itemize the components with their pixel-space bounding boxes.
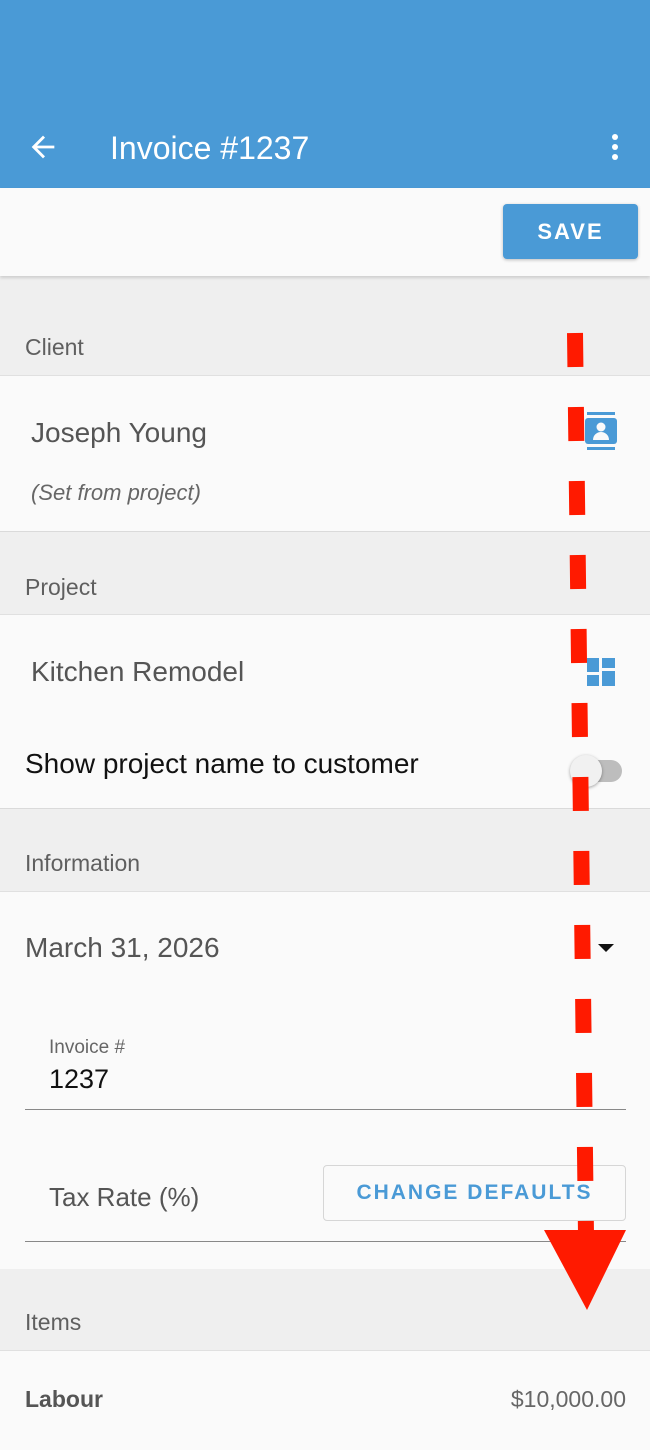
- client-name: Joseph Young: [31, 417, 207, 448]
- client-note: (Set from project): [31, 480, 201, 505]
- date-selector[interactable]: March 31, 2026: [25, 932, 220, 964]
- section-header-project: Project: [25, 574, 97, 600]
- client-card[interactable]: Joseph Young (Set from project): [0, 375, 650, 532]
- more-vert-icon[interactable]: [602, 132, 628, 162]
- dropdown-arrow-icon[interactable]: [598, 944, 614, 952]
- contact-card-icon[interactable]: [584, 412, 618, 450]
- section-header-information: Information: [25, 850, 141, 876]
- tax-rate-underline: [25, 1241, 626, 1242]
- save-button[interactable]: SAVE: [503, 204, 638, 259]
- item-name: Labour: [25, 1386, 103, 1412]
- switch-thumb[interactable]: [570, 755, 602, 787]
- dashboard-icon[interactable]: [587, 658, 615, 686]
- section-header-items: Items: [25, 1309, 82, 1335]
- page-title: Invoice #1237: [110, 130, 310, 166]
- item-row[interactable]: Labour $10,000.00: [0, 1350, 650, 1450]
- show-project-name-label: Show project name to customer: [25, 748, 419, 779]
- item-amount: $10,000.00: [510, 1386, 626, 1412]
- tax-rate-field[interactable]: Tax Rate (%): [49, 1182, 199, 1213]
- section-header-client: Client: [25, 334, 84, 360]
- invoice-number-label: Invoice #: [49, 1037, 126, 1058]
- project-card: Kitchen Remodel Show project name to cus…: [0, 614, 650, 809]
- change-defaults-button[interactable]: CHANGE DEFAULTS: [323, 1165, 626, 1221]
- app-bar: Invoice #1237: [0, 0, 650, 188]
- arrow-back-icon[interactable]: [26, 130, 60, 164]
- invoice-number-field[interactable]: 1237: [49, 1064, 109, 1095]
- action-toolbar: SAVE: [0, 188, 650, 276]
- project-name[interactable]: Kitchen Remodel: [31, 656, 244, 688]
- information-card: March 31, 2026 Invoice # 1237 Tax Rate (…: [0, 891, 650, 1269]
- invoice-number-underline: [25, 1109, 626, 1110]
